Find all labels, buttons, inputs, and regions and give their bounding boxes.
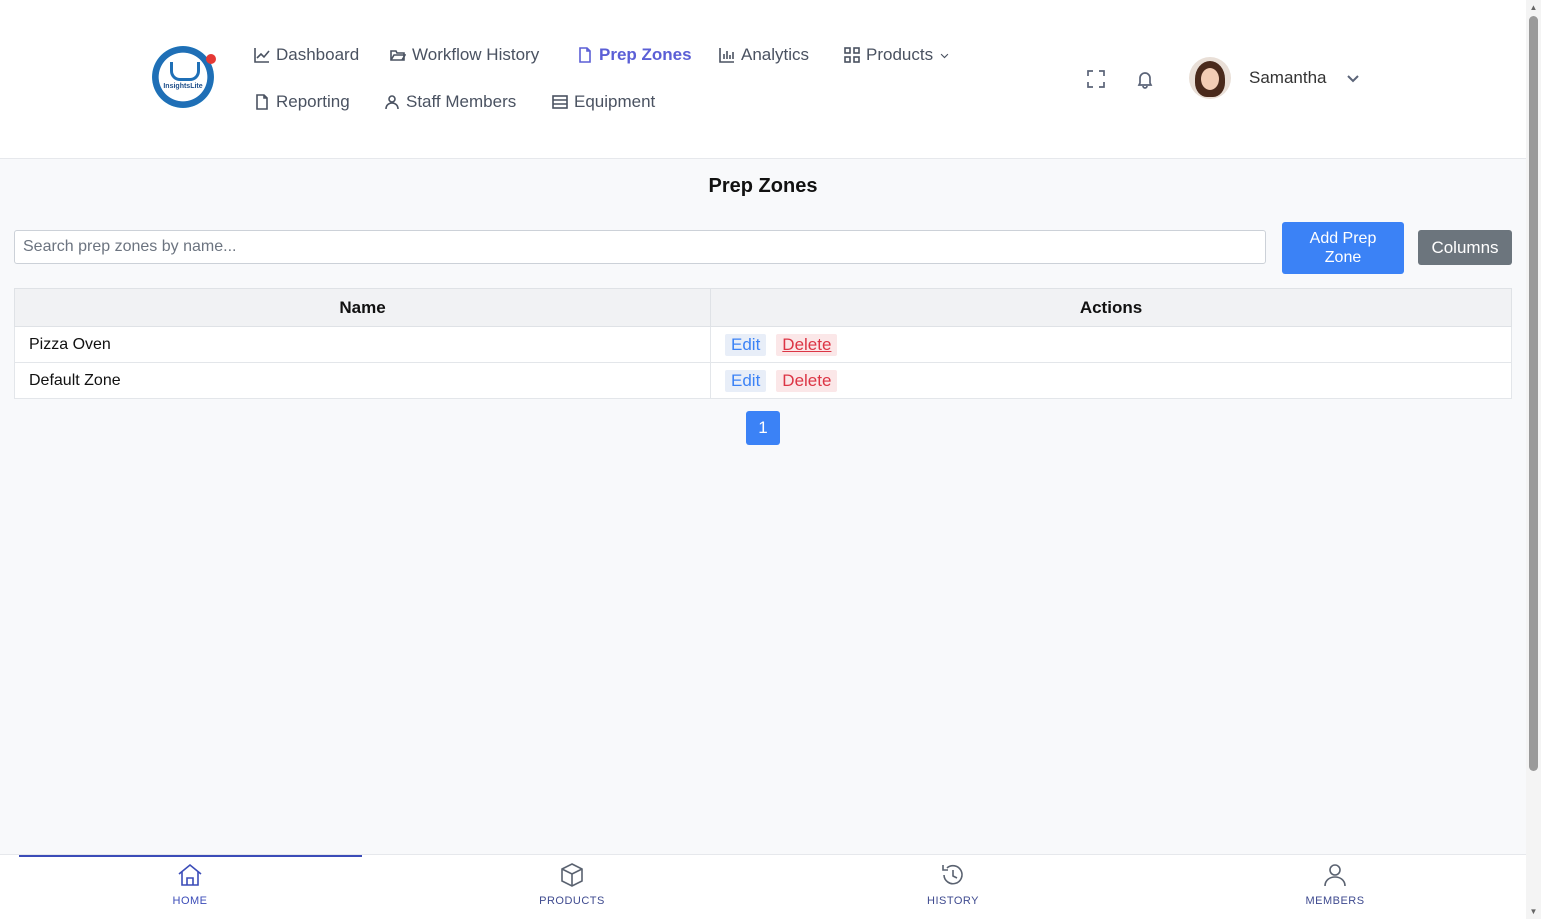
nav-staff-members-label: Staff Members: [406, 92, 517, 111]
nav-workflow-history[interactable]: Workflow History: [390, 43, 539, 67]
logo-text: InsightsLite: [163, 83, 203, 90]
list-icon: [552, 95, 568, 109]
column-header-actions: Actions: [710, 288, 1512, 327]
bottom-nav-members-label: MEMBERS: [1305, 895, 1365, 907]
cell-actions: Edit Delete: [710, 326, 1512, 363]
avatar[interactable]: [1189, 57, 1231, 99]
delete-button[interactable]: Delete: [776, 333, 838, 356]
top-header: InsightsLite Dashboard Workflow History …: [0, 0, 1526, 159]
search-input[interactable]: [14, 230, 1266, 264]
bottom-nav-history[interactable]: HISTORY: [893, 861, 1013, 907]
user-menu-chevron-icon[interactable]: [1345, 70, 1361, 86]
active-tab-indicator: [19, 855, 362, 857]
nav-analytics[interactable]: Analytics: [719, 43, 809, 67]
bottom-nav-members[interactable]: MEMBERS: [1275, 861, 1395, 907]
file-icon: [579, 47, 591, 63]
page: InsightsLite Dashboard Workflow History …: [0, 0, 1541, 919]
nav-equipment[interactable]: Equipment: [552, 90, 655, 114]
columns-button[interactable]: Columns: [1418, 230, 1512, 265]
scroll-thumb[interactable]: [1529, 16, 1538, 771]
page-title: Prep Zones: [708, 175, 818, 197]
column-header-name[interactable]: Name: [14, 288, 711, 327]
logo-dot: [206, 54, 216, 64]
bottom-nav-products-label: PRODUCTS: [539, 895, 605, 907]
nav-equipment-label: Equipment: [574, 92, 656, 111]
nav-staff-members[interactable]: Staff Members: [384, 90, 516, 114]
nav-products-label: Products: [866, 45, 934, 64]
username[interactable]: Samantha: [1249, 68, 1327, 88]
scroll-down-arrow-icon[interactable]: ▼: [1529, 907, 1538, 916]
chevron-down-icon: [940, 53, 949, 58]
table-header-row: Name Actions: [14, 288, 1512, 327]
pagination-page-button[interactable]: 1: [746, 411, 780, 445]
edit-button[interactable]: Edit: [725, 369, 767, 392]
table-row: Pizza Oven Edit Delete: [14, 326, 1512, 363]
nav-reporting-label: Reporting: [276, 92, 350, 111]
delete-button[interactable]: Delete: [776, 369, 838, 392]
bottom-nav-home[interactable]: HOME: [130, 861, 250, 907]
bottom-nav: HOME PRODUCTS HISTORY MEMBERS: [0, 854, 1526, 919]
nav-prep-zones-label: Prep Zones: [599, 45, 692, 64]
cell-name: Default Zone: [14, 362, 711, 399]
cell-name: Pizza Oven: [14, 326, 711, 363]
file-icon: [256, 94, 268, 110]
bottom-nav-products[interactable]: PRODUCTS: [512, 861, 632, 907]
fullscreen-icon[interactable]: [1086, 69, 1106, 89]
bell-icon[interactable]: [1135, 69, 1155, 89]
scroll-up-arrow-icon[interactable]: ▲: [1529, 3, 1538, 12]
nav-dashboard[interactable]: Dashboard: [254, 43, 359, 67]
home-icon: [178, 863, 202, 886]
cell-actions: Edit Delete: [710, 362, 1512, 399]
user-icon: [1324, 864, 1346, 887]
nav-prep-zones[interactable]: Prep Zones: [577, 43, 692, 67]
grid-icon: [844, 47, 860, 63]
nav-dashboard-label: Dashboard: [276, 45, 360, 64]
table-row: Default Zone Edit Delete: [14, 362, 1512, 399]
history-icon: [942, 864, 963, 885]
edit-button[interactable]: Edit: [725, 333, 767, 356]
logo-cup-icon: [170, 62, 200, 81]
nav-workflow-history-label: Workflow History: [412, 45, 540, 64]
bar-chart-icon: [719, 48, 734, 63]
nav-reporting[interactable]: Reporting: [254, 90, 350, 114]
prep-zones-table: Name Actions Pizza Oven Edit Delete Defau…: [14, 288, 1512, 399]
add-prep-zone-button[interactable]: Add Prep Zone: [1282, 222, 1404, 274]
nav-analytics-label: Analytics: [741, 45, 810, 64]
vertical-scrollbar[interactable]: ▲ ▼: [1526, 0, 1541, 919]
box-icon: [561, 863, 583, 887]
chart-line-icon: [254, 48, 270, 63]
bottom-nav-home-label: HOME: [172, 895, 208, 907]
bottom-nav-history-label: HISTORY: [927, 895, 979, 907]
user-icon: [385, 95, 399, 110]
nav-products[interactable]: Products: [844, 43, 950, 67]
folder-open-icon: [390, 50, 406, 61]
app-logo[interactable]: InsightsLite: [152, 46, 216, 108]
